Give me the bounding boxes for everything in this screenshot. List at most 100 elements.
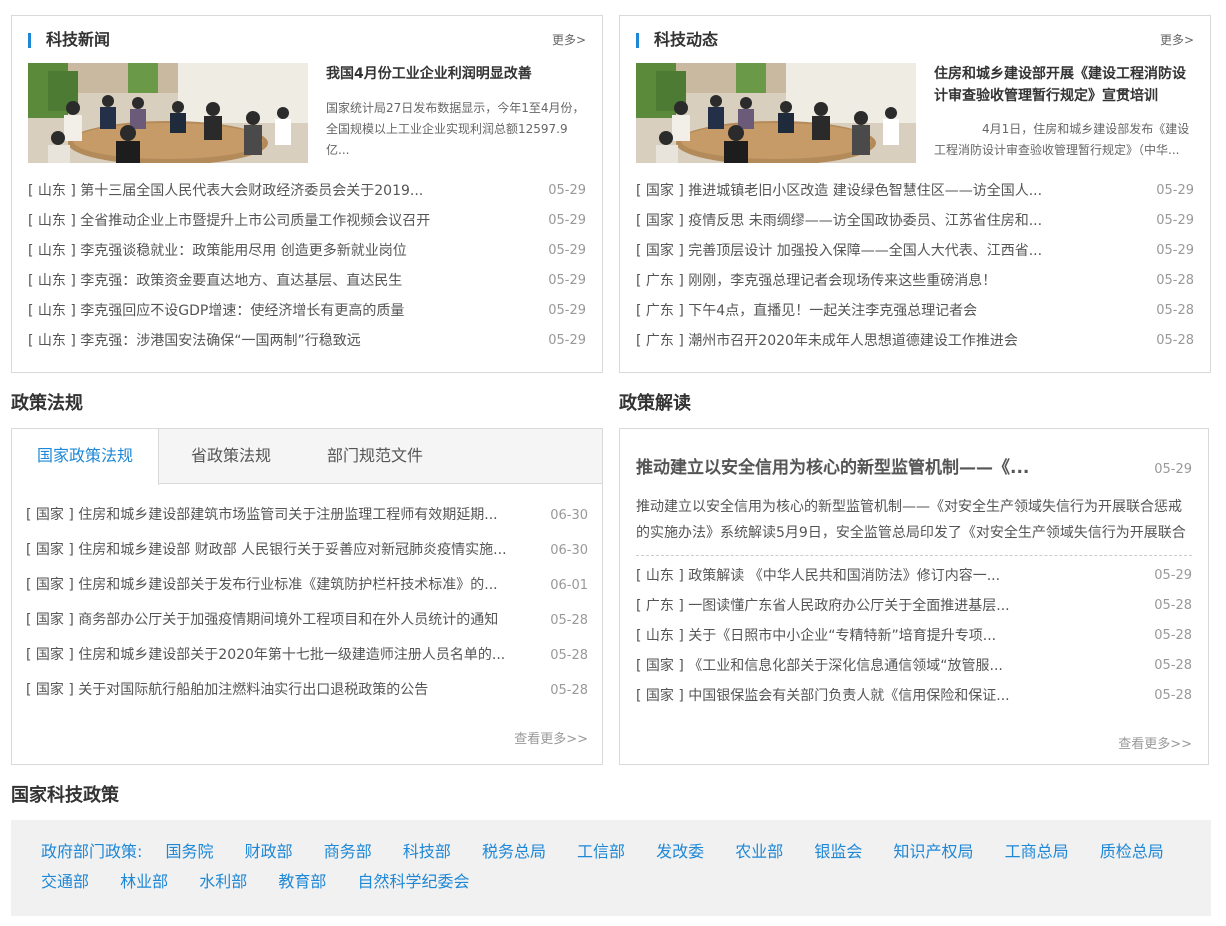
tech-news-header: 科技新闻 更多>: [28, 28, 586, 52]
feature-photo[interactable]: [28, 63, 308, 163]
item-date: 05-29: [1154, 568, 1192, 583]
accent-bar: [28, 33, 31, 48]
item-date: 05-29: [1156, 213, 1194, 228]
department-policy-label: 政府部门政策:: [41, 842, 143, 861]
list-item[interactable]: [ 山东 ] 李克强回应不设GDP增速：使经济增长有更高的质量 05-29: [28, 296, 586, 326]
list-item[interactable]: [ 国家 ] 关于对国际航行船舶加注燃料油实行出口退税政策的公告 05-28: [26, 673, 588, 708]
item-date: 05-28: [1156, 273, 1194, 288]
tech-dynamics-header: 科技动态 更多>: [636, 28, 1194, 52]
item-date: 05-29: [548, 243, 586, 258]
item-date: 05-28: [550, 648, 588, 663]
tech-news-title: 科技新闻: [46, 30, 111, 49]
dept-link-agriculture[interactable]: 农业部: [735, 837, 783, 867]
list-item[interactable]: [ 山东 ] 李克强：涉港国安法确保“一国两制”行稳致远 05-29: [28, 326, 586, 356]
tab-national-regulations[interactable]: 国家政策法规: [12, 429, 159, 485]
feature-headline[interactable]: 我国4月份工业企业利润明显改善: [326, 63, 586, 85]
tech-news-feature[interactable]: 我国4月份工业企业利润明显改善 国家统计局27日发布数据显示，今年1至4月份，全…: [28, 63, 586, 163]
headline-summary: 推动建立以安全信用为核心的新型监管机制——《对安全生产领域失信行为开展联合惩戒的…: [636, 499, 1186, 541]
item-date: 05-28: [1156, 303, 1194, 318]
dept-link-ip-office[interactable]: 知识产权局: [893, 837, 973, 867]
regulations-section-title: 政策法规: [11, 393, 83, 414]
item-date: 05-28: [1154, 598, 1192, 613]
dept-link-commerce[interactable]: 商务部: [324, 837, 372, 867]
item-date: 05-29: [548, 183, 586, 198]
tech-dynamics-more-link[interactable]: 更多>: [1160, 32, 1194, 48]
list-item[interactable]: [ 国家 ] 推进城镇老旧小区改造 建设绿色智慧住区——访全国人... 05-29: [636, 176, 1194, 206]
list-item[interactable]: [ 广东 ] 一图读懂广东省人民政府办公厅关于全面推进基层... 05-28: [636, 591, 1192, 621]
dept-link-water[interactable]: 水利部: [199, 867, 247, 897]
tab-department-documents[interactable]: 部门规范文件: [303, 429, 447, 485]
dept-link-education[interactable]: 教育部: [278, 867, 326, 897]
list-item[interactable]: [ 国家 ] 住房和城乡建设部关于发布行业标准《建筑防护栏杆技术标准》的... 0…: [26, 568, 588, 603]
item-date: 05-28: [1154, 658, 1192, 673]
headline-date: 05-29: [1154, 462, 1192, 477]
feature-summary: 4月1日，住房和城乡建设部发布《建设工程消防设计审查验收管理暂行规定》（中华..…: [934, 122, 1190, 157]
list-item[interactable]: [ 国家 ] 完善顶层设计 加强投入保障——全国人大代表、江西省... 05-29: [636, 236, 1194, 266]
list-item[interactable]: [ 山东 ] 第十三届全国人民代表大会财政经济委员会关于2019... 05-29: [28, 176, 586, 206]
department-links: 政府部门政策: 国务院 财政部 商务部 科技部 税务总局 工信部 发改委 农业部…: [41, 837, 1191, 897]
accent-bar: [636, 33, 639, 48]
interpretation-list: [ 山东 ] 政策解读 《中华人民共和国消防法》修订内容一... 05-29 [ …: [636, 561, 1192, 711]
item-date: 05-28: [1156, 333, 1194, 348]
tech-dynamics-panel: 科技动态 更多> 住房和城乡建设部开展《建设工程消防设计审查验收管理暂行规定》宣…: [619, 15, 1211, 373]
dept-link-state-council[interactable]: 国务院: [166, 837, 214, 867]
tech-news-more-link[interactable]: 更多>: [552, 32, 586, 48]
interpretation-view-more-link[interactable]: 查看更多>>: [1118, 733, 1192, 752]
interpretation-section-title: 政策解读: [619, 393, 691, 414]
dept-link-forestry[interactable]: 林业部: [120, 867, 168, 897]
feature-photo[interactable]: [636, 63, 916, 163]
dept-link-ndrc[interactable]: 发改委: [656, 837, 704, 867]
regulations-panel: 国家政策法规 省政策法规 部门规范文件 [ 国家 ] 住房和城乡建设部建筑市场监…: [11, 428, 603, 765]
dept-link-quality[interactable]: 质检总局: [1100, 837, 1164, 867]
dept-link-industry-it[interactable]: 工信部: [577, 837, 625, 867]
tech-dynamics-feature[interactable]: 住房和城乡建设部开展《建设工程消防设计审查验收管理暂行规定》宣贯培训 4月1日，…: [636, 63, 1194, 163]
item-date: 05-29: [548, 273, 586, 288]
list-item[interactable]: [ 国家 ] 中国银保监会有关部门负责人就《信用保险和保证... 05-28: [636, 681, 1192, 711]
tech-dynamics-list: [ 国家 ] 推进城镇老旧小区改造 建设绿色智慧住区——访全国人... 05-29…: [636, 176, 1194, 356]
item-date: 05-28: [550, 683, 588, 698]
list-item[interactable]: [ 国家 ] 住房和城乡建设部建筑市场监管司关于注册监理工程师有效期延期... 0…: [26, 498, 588, 533]
list-item[interactable]: [ 山东 ] 政策解读 《中华人民共和国消防法》修订内容一... 05-29: [636, 561, 1192, 591]
regulations-view-more-link[interactable]: 查看更多>>: [514, 728, 588, 747]
item-date: 05-29: [1156, 183, 1194, 198]
dept-link-taxation[interactable]: 税务总局: [482, 837, 546, 867]
dept-link-finance[interactable]: 财政部: [245, 837, 293, 867]
headline-title[interactable]: 推动建立以安全信用为核心的新型监管机制——《...: [636, 456, 1132, 480]
list-item[interactable]: [ 国家 ] 疫情反思 未雨绸缪——访全国政协委员、江苏省住房和... 05-29: [636, 206, 1194, 236]
list-item[interactable]: [ 广东 ] 潮州市召开2020年未成年人思想道德建设工作推进会 05-28: [636, 326, 1194, 356]
item-date: 05-29: [548, 303, 586, 318]
list-item[interactable]: [ 广东 ] 刚刚，李克强总理记者会现场传来这些重磅消息！ 05-28: [636, 266, 1194, 296]
list-item[interactable]: [ 国家 ] 住房和城乡建设部关于2020年第十七批一级建造师注册人员名单的..…: [26, 638, 588, 673]
item-date: 05-29: [548, 333, 586, 348]
tech-dynamics-title: 科技动态: [654, 30, 719, 49]
item-date: 05-29: [548, 213, 586, 228]
dept-link-natural-science[interactable]: 自然科学纪委会: [357, 867, 469, 897]
dept-link-banking[interactable]: 银监会: [814, 837, 862, 867]
interpretation-headline[interactable]: 推动建立以安全信用为核心的新型监管机制——《... 05-29: [636, 456, 1192, 480]
dashed-divider: [636, 555, 1192, 556]
list-item[interactable]: [ 广东 ] 下午4点，直播见！一起关注李克强总理记者会 05-28: [636, 296, 1194, 326]
dept-link-transport[interactable]: 交通部: [41, 867, 89, 897]
tab-provincial-regulations[interactable]: 省政策法规: [159, 429, 303, 485]
feature-headline[interactable]: 住房和城乡建设部开展《建设工程消防设计审查验收管理暂行规定》宣贯培训: [934, 63, 1194, 107]
regulations-tabs: 国家政策法规 省政策法规 部门规范文件: [12, 429, 602, 485]
item-date: 06-30: [550, 508, 588, 523]
dept-link-science[interactable]: 科技部: [403, 837, 451, 867]
list-item[interactable]: [ 山东 ] 关于《日照市中小企业“专精特新”培育提升专项... 05-28: [636, 621, 1192, 651]
item-date: 06-01: [550, 578, 588, 593]
list-item[interactable]: [ 山东 ] 李克强：政策资金要直达地方、直达基层、直达民生 05-29: [28, 266, 586, 296]
dept-link-saic[interactable]: 工商总局: [1005, 837, 1069, 867]
list-item[interactable]: [ 国家 ] 商务部办公厅关于加强疫情期间境外工程项目和在外人员统计的通知 05-…: [26, 603, 588, 638]
item-date: 05-28: [550, 613, 588, 628]
regulations-list: [ 国家 ] 住房和城乡建设部建筑市场监管司关于注册监理工程师有效期延期... 0…: [26, 498, 588, 708]
item-date: 05-28: [1154, 688, 1192, 703]
list-item[interactable]: [ 山东 ] 李克强谈稳就业：政策能用尽用 创造更多新就业岗位 05-29: [28, 236, 586, 266]
tech-news-list: [ 山东 ] 第十三届全国人民代表大会财政经济委员会关于2019... 05-29…: [28, 176, 586, 356]
tech-news-panel: 科技新闻 更多> 我国4月份工业企业利润明显改善 国家统计局27日发布数据显示，…: [11, 15, 603, 373]
list-item[interactable]: [ 国家 ] 《工业和信息化部关于深化信息通信领域“放管服... 05-28: [636, 651, 1192, 681]
item-date: 05-28: [1154, 628, 1192, 643]
list-item[interactable]: [ 山东 ] 全省推动企业上市暨提升上市公司质量工作视频会议召开 05-29: [28, 206, 586, 236]
national-policy-section-title: 国家科技政策: [11, 785, 119, 806]
list-item[interactable]: [ 国家 ] 住房和城乡建设部 财政部 人民银行关于妥善应对新冠肺炎疫情实施..…: [26, 533, 588, 568]
item-date: 06-30: [550, 543, 588, 558]
